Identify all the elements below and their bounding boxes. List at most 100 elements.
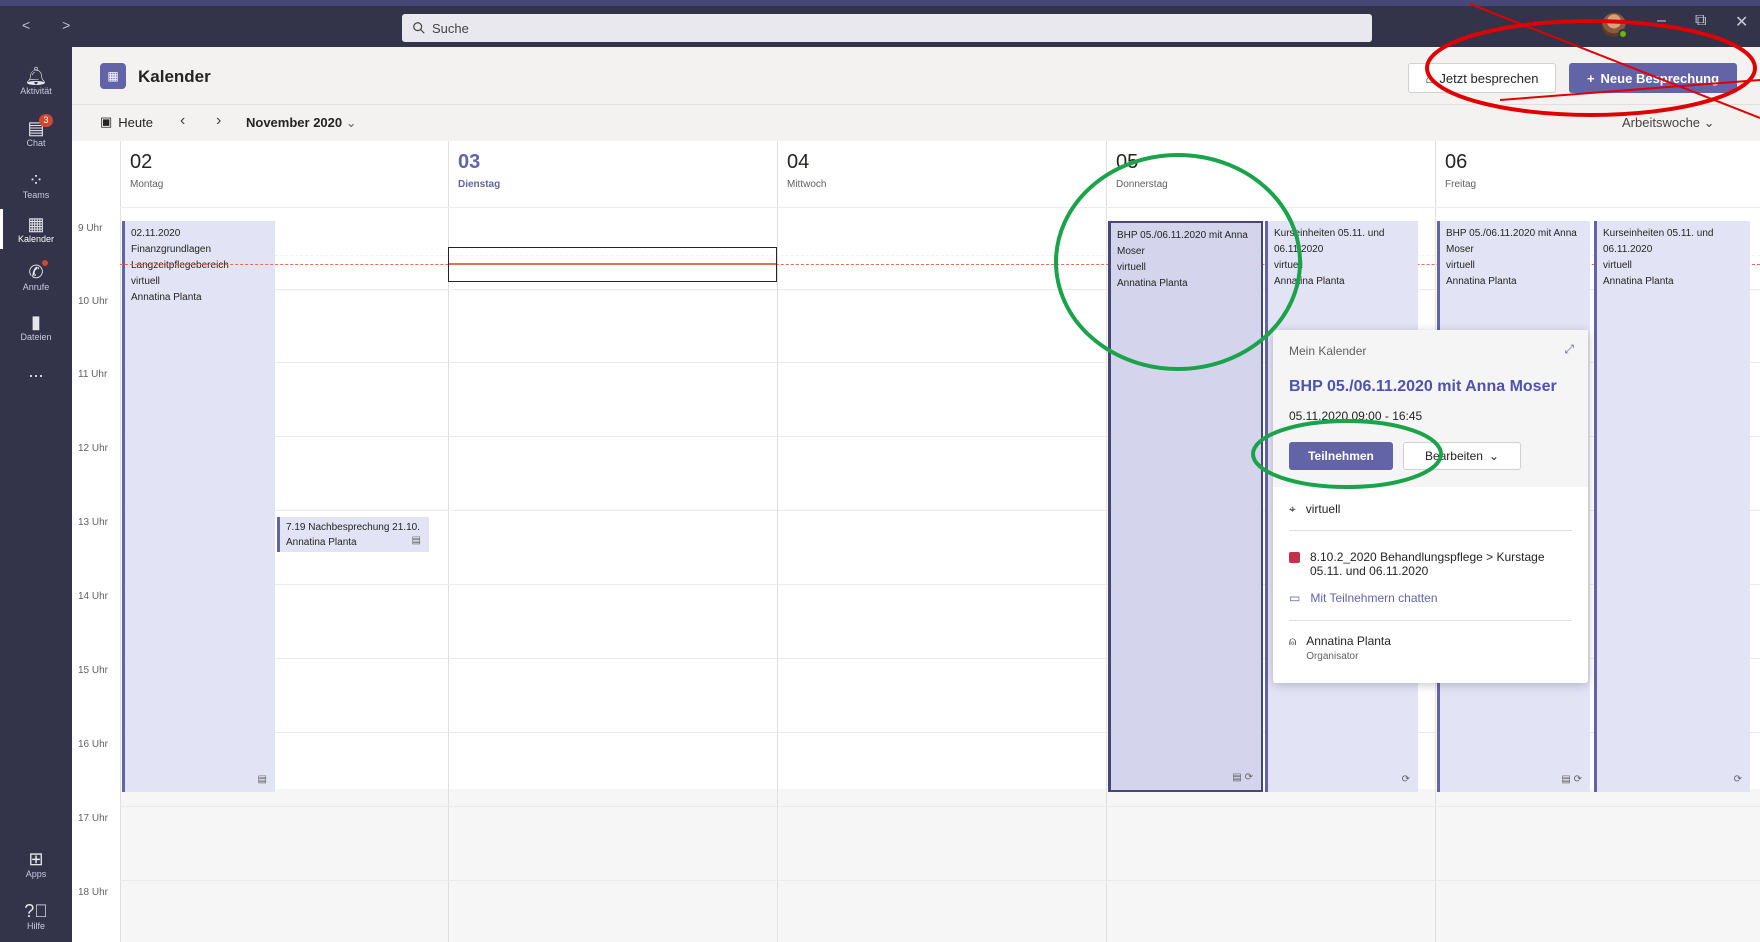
day-name: Montag bbox=[130, 179, 164, 190]
channel-line: 8.10.2_2020 Behandlungspflege > Kurstage bbox=[1310, 550, 1545, 564]
event-location: virtuell bbox=[1117, 262, 1146, 273]
popup-channel[interactable]: 8.10.2_2020 Behandlungspflege > Kurstage… bbox=[1289, 550, 1545, 578]
event-line: Kurseinheiten 05.11. und bbox=[1274, 228, 1385, 239]
event-line: 06.11.2020 bbox=[1274, 244, 1324, 255]
recurring-icon: ⟳ bbox=[1401, 774, 1410, 785]
day-number: 03 bbox=[458, 151, 481, 173]
rail-item-calendar[interactable]: ▦ Kalender bbox=[0, 203, 72, 255]
event-line: 02.11.2020 bbox=[131, 228, 181, 239]
page-title: Kalender bbox=[138, 67, 211, 86]
day-name: Mittwoch bbox=[787, 179, 827, 190]
rail-label: Apps bbox=[25, 869, 47, 879]
join-button[interactable]: Teilnehmen bbox=[1289, 442, 1393, 470]
rail-item-calls[interactable]: ✆ Anrufe bbox=[0, 251, 72, 303]
title-bar: < > Suche – ⧉ ✕ bbox=[0, 0, 1760, 47]
event-line: Langzeitpflegebereich bbox=[131, 260, 229, 271]
meet-now-label: Jetzt besprechen bbox=[1439, 70, 1539, 86]
meet-now-button[interactable]: ⌂ Jetzt besprechen bbox=[1408, 63, 1556, 93]
history-nav[interactable]: < > bbox=[22, 17, 84, 33]
day-name: Freitag bbox=[1445, 179, 1477, 190]
column-divider bbox=[120, 141, 121, 942]
prev-week-button[interactable]: ‹ bbox=[180, 112, 185, 130]
video-icon: ⌂ bbox=[1425, 70, 1434, 86]
event-line: Moser bbox=[1446, 244, 1474, 255]
rail-item-help[interactable]: ?⃝ Hilfe bbox=[0, 890, 72, 942]
event-bhp-thursday[interactable]: BHP 05./06.11.2020 mit Anna Moser virtue… bbox=[1108, 221, 1263, 792]
rail-label: Aktivität bbox=[20, 86, 52, 96]
hour-label: 13 Uhr bbox=[78, 517, 109, 528]
recurring-icon: ▤ bbox=[257, 774, 267, 785]
rail-item-activity[interactable]: 🔔︎ Aktivität bbox=[0, 55, 72, 107]
hour-label: 16 Uhr bbox=[78, 739, 109, 750]
popup-chat-link[interactable]: ▭ Mit Teilnehmern chatten bbox=[1289, 591, 1438, 605]
maximize-button[interactable]: ⧉ bbox=[1695, 12, 1706, 30]
page-header: ▦ Kalender ⌂ Jetzt besprechen + Neue Bes… bbox=[72, 47, 1760, 105]
event-details-popup: Mein Kalender ⤢ BHP 05./06.11.2020 mit A… bbox=[1273, 330, 1588, 683]
popup-calendar-name: Mein Kalender bbox=[1289, 344, 1367, 358]
event-nachbesprechung[interactable]: 7.19 Nachbesprechung 21.10. Annatina Pla… bbox=[277, 517, 429, 552]
rail-item-more[interactable]: ... bbox=[0, 345, 72, 397]
rail-item-apps[interactable]: ⊞ Apps bbox=[0, 838, 72, 890]
channel-line: 05.11. und 06.11.2020 bbox=[1310, 564, 1429, 578]
hour-label: 17 Uhr bbox=[78, 813, 109, 824]
location-text: virtuell bbox=[1305, 502, 1341, 516]
popup-location: ⌖ virtuell bbox=[1289, 502, 1340, 517]
hour-label: 9 Uhr bbox=[78, 223, 103, 234]
hour-label: 18 Uhr bbox=[78, 887, 109, 898]
day-number: 05 bbox=[1116, 151, 1139, 173]
hour-label: 10 Uhr bbox=[78, 296, 109, 307]
rail-item-chat[interactable]: ▤ 3 Chat bbox=[0, 107, 72, 159]
month-picker[interactable]: November 2020 ⌄ bbox=[246, 115, 357, 131]
today-icon: ▣ bbox=[100, 114, 113, 129]
selected-time-slot[interactable] bbox=[448, 247, 777, 282]
apps-icon: ⊞ bbox=[28, 849, 44, 869]
column-divider bbox=[1106, 141, 1107, 942]
new-meeting-label: Neue Besprechung bbox=[1600, 70, 1720, 86]
avatar[interactable] bbox=[1602, 13, 1628, 39]
next-week-button[interactable]: › bbox=[216, 112, 221, 130]
rail-label: Chat bbox=[26, 138, 46, 148]
day-name: Donnerstag bbox=[1116, 179, 1168, 190]
event-kurseinheiten-friday[interactable]: Kurseinheiten 05.11. und 06.11.2020 virt… bbox=[1594, 221, 1750, 792]
day-number: 02 bbox=[130, 151, 153, 173]
event-line: 7.19 Nachbesprechung 21.10. bbox=[286, 522, 420, 533]
hour-line bbox=[120, 207, 1760, 208]
app-rail: 🔔︎ Aktivität ▤ 3 Chat ⁘ Teams ▦ Kalender … bbox=[0, 47, 72, 942]
new-meeting-button[interactable]: + Neue Besprechung bbox=[1569, 63, 1737, 93]
hour-label: 12 Uhr bbox=[78, 443, 109, 454]
chevron-down-icon: ⌄ bbox=[345, 115, 357, 130]
calendar-toolbar: ▣ Heute ‹ › November 2020 ⌄ Arbeitswoche… bbox=[72, 105, 1760, 141]
view-switcher[interactable]: Arbeitswoche ⌄ bbox=[1622, 115, 1715, 131]
bell-icon: 🔔︎ bbox=[24, 66, 48, 86]
event-line: Moser bbox=[1117, 246, 1145, 257]
edit-button[interactable]: Bearbeiten ⌄ bbox=[1403, 442, 1521, 470]
event-line: BHP 05./06.11.2020 mit Anna bbox=[1117, 230, 1248, 241]
plus-icon: + bbox=[1586, 70, 1595, 86]
search-input[interactable]: Suche bbox=[402, 14, 1372, 42]
notification-dot bbox=[41, 260, 48, 266]
channel-icon bbox=[1289, 552, 1300, 563]
recurring-icon: ▤ ⟳ bbox=[1561, 774, 1582, 785]
column-divider bbox=[777, 141, 778, 942]
calendar-app-icon: ▦ bbox=[100, 63, 126, 89]
event-location: virtuell bbox=[131, 276, 160, 287]
chat-icon: ▤ 3 bbox=[27, 114, 53, 138]
rail-label: Dateien bbox=[20, 332, 52, 342]
event-line: Finanzgrundlagen bbox=[131, 244, 212, 255]
chat-icon: ▭ bbox=[1289, 591, 1301, 605]
meeting-icon: ▤ bbox=[411, 535, 421, 546]
divider bbox=[1289, 530, 1572, 531]
hour-label: 11 Uhr bbox=[78, 369, 108, 380]
phone-icon: ✆ bbox=[28, 260, 48, 282]
event-location: virtuell bbox=[1446, 260, 1475, 271]
today-button[interactable]: ▣ Heute bbox=[100, 114, 153, 130]
event-finanzgrundlagen[interactable]: 02.11.2020 Finanzgrundlagen Langzeitpfle… bbox=[122, 221, 275, 792]
close-button[interactable]: ✕ bbox=[1735, 12, 1748, 32]
event-location: virtuell bbox=[1603, 260, 1632, 271]
day-number: 06 bbox=[1445, 151, 1468, 173]
view-label: Arbeitswoche bbox=[1622, 115, 1701, 130]
file-icon: ▮ bbox=[31, 312, 41, 332]
expand-icon[interactable]: ⤢ bbox=[1564, 342, 1574, 357]
minimize-button[interactable]: – bbox=[1657, 12, 1666, 30]
location-icon: ⌖ bbox=[1289, 502, 1296, 516]
